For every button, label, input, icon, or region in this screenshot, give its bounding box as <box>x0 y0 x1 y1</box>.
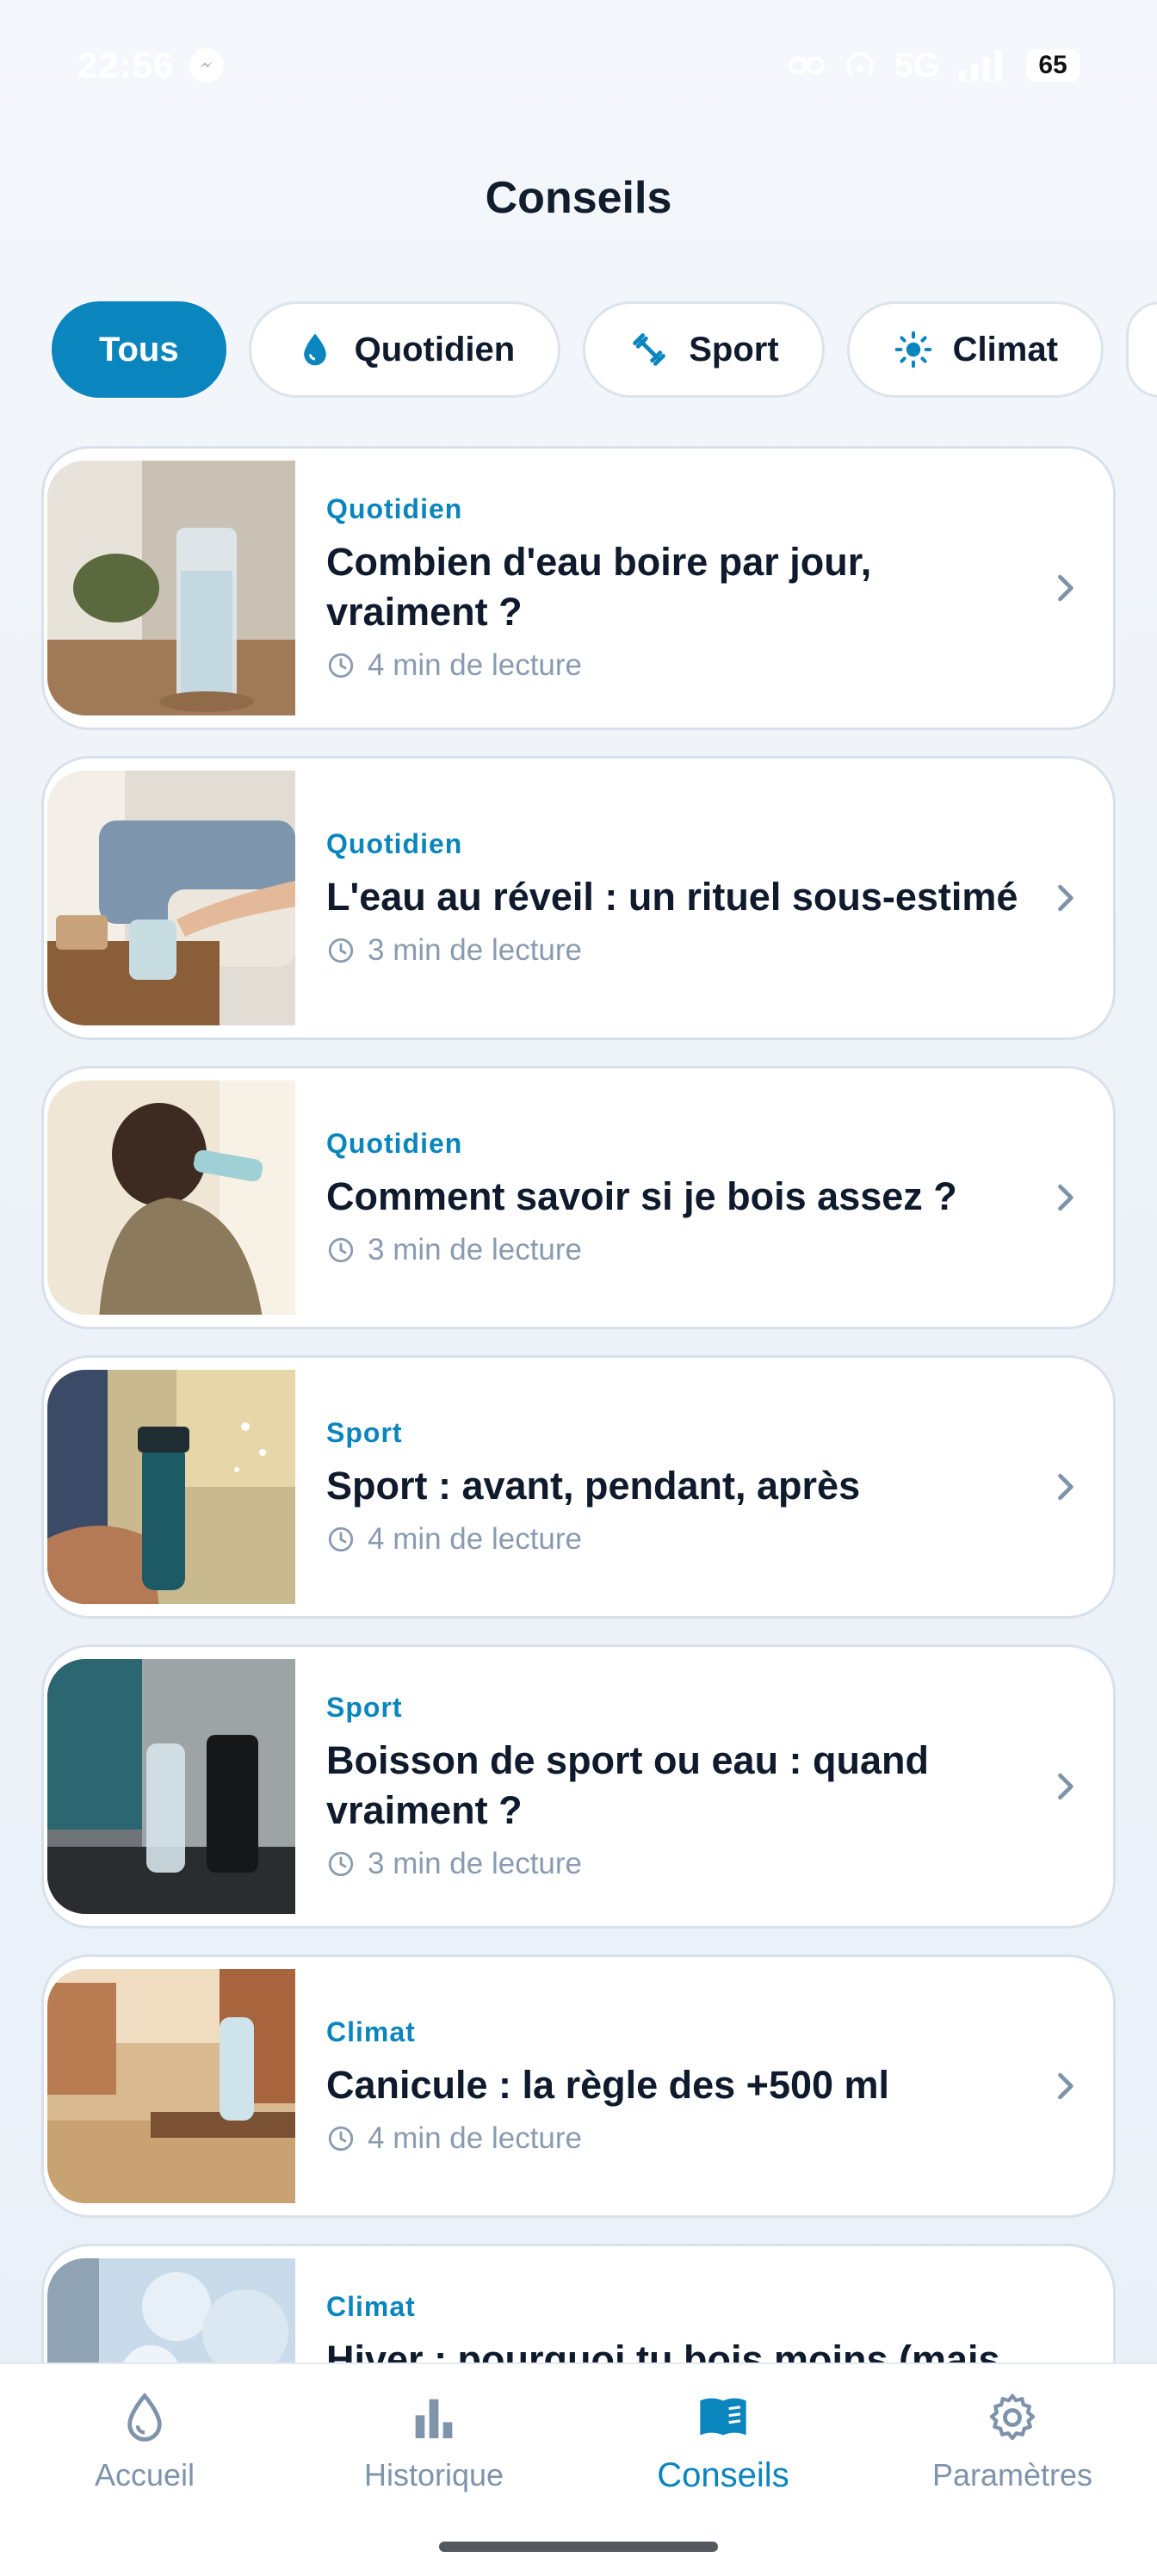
article-thumbnail <box>47 771 295 1025</box>
article-category: Climat <box>326 2291 416 2322</box>
battery-icon: 65 <box>1026 49 1080 82</box>
article-thumbnail <box>47 1969 295 2203</box>
article-meta: 4 min de lecture <box>326 2121 1018 2156</box>
filter-chip-tous[interactable]: Tous <box>52 301 226 398</box>
dumbbell-icon <box>633 333 666 366</box>
gear-icon <box>989 2393 1036 2441</box>
filter-chip-sport[interactable]: Sport <box>583 301 825 398</box>
nav-item-historique[interactable]: Historique <box>289 2364 578 2519</box>
article-meta: 3 min de lecture <box>326 1233 1018 1267</box>
drop-icon <box>303 333 326 366</box>
article-thumbnail <box>47 1659 295 1914</box>
messenger-icon <box>189 48 225 83</box>
article-read-time: 3 min de lecture <box>368 1846 583 1880</box>
article-category: Quotidien <box>326 493 463 525</box>
nav-item-conseils[interactable]: Conseils <box>578 2364 868 2519</box>
article-title: Boisson de sport ou eau : quand vraiment… <box>326 1738 930 1832</box>
article-read-time: 4 min de lecture <box>368 1522 583 1557</box>
filter-chip-quotidien[interactable]: Quotidien <box>248 301 561 398</box>
article-category: Quotidien <box>326 827 463 859</box>
clock-icon <box>328 1237 354 1263</box>
article-category: Climat <box>326 2016 416 2047</box>
chevron-right-icon <box>1058 2072 1073 2100</box>
article-card[interactable]: Sport Sport : avant, pendant, après 4 mi… <box>41 1355 1116 1619</box>
filter-chips: Tous Quotidien Sport Climat <box>52 301 1157 398</box>
filter-chip-label: Sport <box>689 330 779 368</box>
sun-icon <box>894 331 931 368</box>
nav-label: Accueil <box>94 2457 195 2492</box>
article-title: Comment savoir si je bois assez ? <box>326 1173 957 1218</box>
article-meta: 3 min de lecture <box>326 933 1018 968</box>
status-time: 22:56 <box>77 45 175 85</box>
article-category: Quotidien <box>326 1127 463 1159</box>
article-category: Sport <box>326 1416 403 1448</box>
article-read-time: 3 min de lecture <box>368 933 583 968</box>
article-card[interactable]: Climat Canicule : la règle des +500 ml 4… <box>41 1954 1116 2218</box>
chevron-right-icon <box>1058 1184 1073 1211</box>
article-body: Sport Sport : avant, pendant, après 4 mi… <box>326 1358 1018 1616</box>
filter-chip-label: Climat <box>952 330 1058 368</box>
chevron-right-icon <box>1058 574 1073 602</box>
article-thumbnail <box>47 1370 295 1604</box>
article-meta: 4 min de lecture <box>326 648 1018 683</box>
clock-icon <box>328 1851 354 1876</box>
link-icon <box>788 57 825 74</box>
article-title: Canicule : la règle des +500 ml <box>326 2062 890 2107</box>
network-label: 5G <box>894 46 940 84</box>
clock-icon <box>328 2126 354 2152</box>
hotspot-icon <box>845 52 874 76</box>
bar-chart-icon <box>415 2399 453 2438</box>
clock-icon <box>328 653 354 678</box>
nav-label: Conseils <box>657 2455 789 2494</box>
article-read-time: 3 min de lecture <box>368 1233 583 1267</box>
article-meta: 4 min de lecture <box>326 1522 1018 1557</box>
article-thumbnail <box>47 1081 295 1315</box>
status-bar: 22:56 5G 65 <box>77 41 1080 90</box>
chevron-right-icon <box>1058 884 1073 912</box>
article-title: L'eau au réveil : un rituel sous-estimé <box>326 874 1018 919</box>
drop-icon <box>127 2393 162 2442</box>
nav-label: Paramètres <box>931 2457 1093 2492</box>
article-card[interactable]: Sport Boisson de sport ou eau : quand vr… <box>41 1644 1116 1929</box>
filter-chip-label: Quotidien <box>354 330 516 368</box>
book-icon <box>700 2398 746 2435</box>
article-body: Climat Canicule : la règle des +500 ml 4… <box>326 1957 1018 2215</box>
article-read-time: 4 min de lecture <box>368 647 583 682</box>
nav-item-parametres[interactable]: Paramètres <box>868 2364 1157 2519</box>
home-indicator[interactable] <box>439 2542 718 2552</box>
filter-chip-climat[interactable]: Climat <box>846 301 1104 398</box>
filter-chip-more[interactable] <box>1125 301 1157 398</box>
status-left: 22:56 <box>77 45 225 86</box>
article-card[interactable]: Quotidien Combien d'eau boire par jour, … <box>41 446 1116 730</box>
article-meta: 3 min de lecture <box>326 1847 1018 1881</box>
signal-icon <box>959 50 1002 81</box>
clock-icon <box>328 938 354 963</box>
article-body: Quotidien Combien d'eau boire par jour, … <box>326 449 1018 728</box>
article-body: Sport Boisson de sport ou eau : quand vr… <box>326 1647 1018 1926</box>
clock-icon <box>328 1526 354 1552</box>
article-body: Quotidien L'eau au réveil : un rituel so… <box>326 759 1018 1037</box>
page-title: Conseils <box>485 173 672 223</box>
article-thumbnail <box>47 461 295 715</box>
app-screen: 22:56 5G 65 Conseils Tous Quotidien Spor… <box>0 0 1157 2576</box>
status-right: 5G 65 <box>788 46 1080 85</box>
filter-chip-label: Tous <box>99 330 179 368</box>
article-body: Quotidien Comment savoir si je bois asse… <box>326 1068 1018 1327</box>
article-category: Sport <box>326 1692 403 1724</box>
article-read-time: 4 min de lecture <box>368 2121 583 2156</box>
battery-level: 65 <box>1038 51 1067 79</box>
article-title: Sport : avant, pendant, après <box>326 1463 861 1508</box>
article-card[interactable]: Quotidien L'eau au réveil : un rituel so… <box>41 756 1116 1040</box>
chevron-right-icon <box>1058 1773 1073 1800</box>
chevron-right-icon <box>1058 1473 1073 1501</box>
article-card[interactable]: Quotidien Comment savoir si je bois asse… <box>41 1066 1116 1329</box>
nav-item-accueil[interactable]: Accueil <box>0 2364 289 2519</box>
nav-label: Historique <box>363 2457 504 2492</box>
article-title: Combien d'eau boire par jour, vraiment ? <box>326 540 872 634</box>
